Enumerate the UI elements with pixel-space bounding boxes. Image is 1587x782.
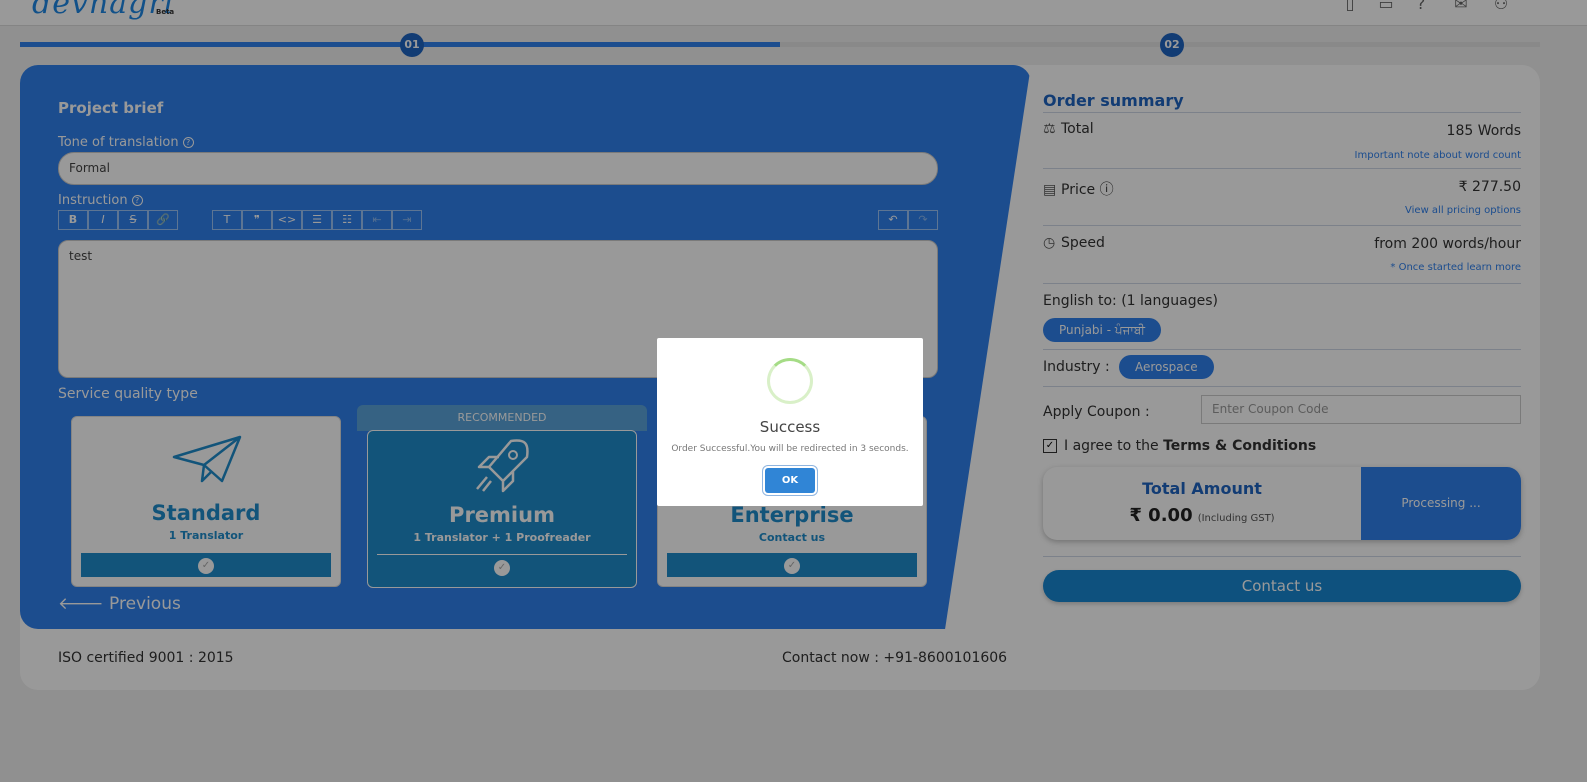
modal-message: Order Successful.You will be redirected … — [671, 444, 909, 454]
modal-title: Success — [759, 418, 821, 436]
success-modal: Success Order Successful.You will be red… — [657, 338, 923, 506]
loading-spinner-icon — [767, 358, 813, 404]
ok-button[interactable]: OK — [765, 468, 815, 493]
